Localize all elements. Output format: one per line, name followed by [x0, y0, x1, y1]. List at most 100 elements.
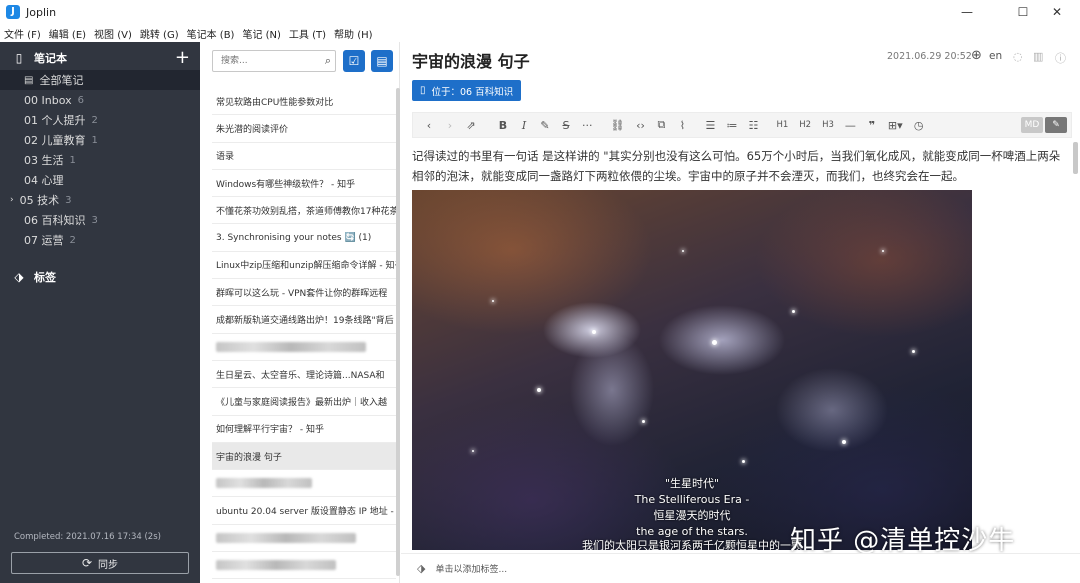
list-item[interactable]: 成都新版轨道交通线路出炉！19条线路"背后: [212, 306, 396, 334]
list-item[interactable]: 朱光潜的阅读评价: [212, 115, 396, 143]
list-item-blurred[interactable]: [212, 552, 396, 580]
rich-text-view-button[interactable]: ✎: [1045, 117, 1067, 133]
note-title[interactable]: 宇宙的浪漫 句子: [412, 48, 530, 72]
sidebar-item-count: 2: [91, 114, 98, 126]
note-list-scrollbar[interactable]: [396, 88, 400, 576]
tags-header[interactable]: ⬗ 标签: [0, 266, 200, 288]
back-icon[interactable]: ‹: [424, 119, 434, 132]
sidebar-item-personal[interactable]: 01 个人提升 2: [0, 110, 200, 130]
star: [712, 340, 717, 345]
heading2-button[interactable]: H2: [799, 120, 811, 130]
menu-tools[interactable]: 工具 (T): [289, 26, 326, 41]
chevron-right-icon[interactable]: ›: [10, 195, 14, 205]
close-button[interactable]: ✕: [1034, 0, 1080, 24]
add-notebook-button[interactable]: +: [175, 47, 190, 69]
code-icon[interactable]: ‹›: [635, 119, 645, 132]
new-todo-button[interactable]: ☑: [343, 50, 365, 72]
search-icon[interactable]: ⌕: [325, 54, 331, 68]
list-item-blurred[interactable]: [212, 470, 396, 498]
sidebar-item-operations[interactable]: 07 运营 2: [0, 230, 200, 250]
list-item-blurred[interactable]: [212, 525, 396, 553]
alarm-icon[interactable]: ◌: [1013, 50, 1023, 63]
sidebar-item-label: 全部笔记: [39, 74, 84, 87]
editor-scrollbar[interactable]: [1073, 142, 1078, 174]
notebook-badge[interactable]: ▯ 位于：06 百科知识: [412, 80, 522, 101]
list-item[interactable]: 如何理解平行宇宙？ - 知乎: [212, 416, 396, 443]
add-tag-hint[interactable]: 单击以添加标签...: [435, 562, 507, 575]
notebooks-header[interactable]: ▯ 笔记本 +: [0, 47, 200, 69]
layout-icon[interactable]: ▥: [1033, 50, 1043, 63]
info-icon[interactable]: ⓘ: [1055, 50, 1066, 66]
sidebar-item-count: 3: [91, 214, 98, 226]
refresh-icon: ⟳: [81, 556, 93, 570]
tag-bar[interactable]: ⬗ 单击以添加标签...: [401, 553, 1080, 583]
list-item[interactable]: 语录: [212, 143, 396, 170]
bullet-list-icon[interactable]: ☰: [705, 119, 716, 132]
blurred-text: [216, 560, 336, 571]
editor-panel: 宇宙的浪漫 句子 2021.06.29 20:52 ⊕ en ◌ ▥ ⓘ ▯ 位…: [401, 42, 1080, 583]
bold-icon[interactable]: B: [498, 119, 508, 132]
strikethrough-icon[interactable]: S: [561, 119, 571, 132]
sidebar-item-tech[interactable]: › 05 技术 3: [0, 190, 200, 210]
list-item[interactable]: 《儿童与家庭阅读报告》最新出炉｜收入越: [212, 388, 396, 416]
italic-icon[interactable]: I: [519, 119, 529, 132]
globe-icon[interactable]: ⊕: [971, 48, 982, 63]
sidebar-item-label: 01 个人提升: [24, 114, 86, 127]
list-item[interactable]: 常见软路由CPU性能参数对比: [212, 88, 396, 116]
list-item[interactable]: 不懂花茶功效别乱搭，茶道师傅教你17种花茶: [212, 197, 396, 225]
sidebar-item-inbox[interactable]: 00 Inbox 6: [0, 90, 200, 110]
heading3-button[interactable]: H3: [822, 120, 834, 130]
star: [842, 440, 846, 444]
list-item-blurred[interactable]: [212, 334, 396, 361]
code-block-icon[interactable]: ⧉: [656, 118, 666, 132]
sidebar-item-encyclopedia[interactable]: 06 百科知识 3: [0, 210, 200, 230]
menu-notebook[interactable]: 笔记本 (B): [187, 26, 235, 41]
clock-icon[interactable]: ◷: [914, 119, 924, 132]
notebook-badge-label: 位于：06 百科知识: [431, 86, 514, 98]
sidebar-item-all-notes[interactable]: ▤ 全部笔记: [0, 70, 200, 90]
list-item[interactable]: ubuntu 20.04 server 版设置静态 IP 地址 - 知: [212, 497, 396, 525]
list-item[interactable]: 3. Synchronising your notes 🔄 (1): [212, 224, 396, 252]
highlight-icon[interactable]: ✎: [540, 119, 550, 132]
attachment-icon[interactable]: ⌇: [677, 119, 687, 132]
menu-edit[interactable]: 编辑 (E): [49, 26, 86, 41]
search-input[interactable]: [219, 51, 319, 71]
more-icon[interactable]: ···: [582, 119, 593, 132]
link-icon[interactable]: ⛓: [611, 119, 625, 132]
list-item[interactable]: 群晖可以这么玩 - VPN套件让你的群晖远程: [212, 279, 396, 307]
watermark: 知乎 @清单控沙牛: [790, 526, 1016, 556]
list-item[interactable]: Linux中zip压缩和unzip解压缩命令详解 - 知乎: [212, 252, 396, 280]
language-label[interactable]: en: [989, 50, 1002, 62]
forward-icon[interactable]: ›: [445, 119, 455, 132]
note-body-text[interactable]: 记得读过的书里有一句话 是这样讲的 "其实分别也没有这么可怕。65万个小时后，当…: [412, 146, 1062, 186]
sidebar-item-psychology[interactable]: 04 心理: [0, 170, 200, 190]
horizontal-rule-icon[interactable]: —: [845, 119, 856, 132]
new-note-button[interactable]: ▤: [371, 50, 393, 72]
sidebar-item-label: 04 心理: [24, 174, 64, 187]
menu-go[interactable]: 跳转 (G): [140, 26, 179, 41]
list-item[interactable]: 生日星云、太空音乐、理论诗篇...NASA和: [212, 361, 396, 389]
sidebar-item-children[interactable]: 02 儿童教育 1: [0, 130, 200, 150]
menu-note[interactable]: 笔记 (N): [242, 26, 280, 41]
table-icon[interactable]: ⊞▾: [888, 119, 903, 132]
markdown-view-button[interactable]: MD: [1021, 117, 1043, 133]
sync-button[interactable]: ⟳ 同步: [11, 552, 189, 574]
blurred-text: [216, 532, 356, 543]
list-item-selected[interactable]: 宇宙的浪漫 句子: [212, 442, 396, 471]
external-edit-icon[interactable]: ⇗: [466, 119, 476, 132]
checklist-icon[interactable]: ☷: [748, 119, 759, 132]
quote-icon[interactable]: ❞: [867, 119, 877, 132]
menu-view[interactable]: 视图 (V): [94, 26, 132, 41]
menu-file[interactable]: 文件 (F): [4, 26, 41, 41]
list-item[interactable]: Windows有哪些神级软件？ - 知乎: [212, 170, 396, 198]
search-box[interactable]: ⌕: [212, 50, 336, 72]
heading1-button[interactable]: H1: [776, 120, 788, 130]
numbered-list-icon[interactable]: ≔: [726, 119, 737, 132]
tag-icon[interactable]: ⬗: [417, 562, 425, 575]
sidebar-item-count: 1: [69, 154, 76, 166]
tag-icon: ⬗: [14, 270, 24, 284]
sidebar-item-life[interactable]: 03 生活 1: [0, 150, 200, 170]
sidebar-item-count: 3: [65, 194, 72, 206]
menu-help[interactable]: 帮助 (H): [334, 26, 373, 41]
minimize-button[interactable]: —: [944, 0, 990, 24]
